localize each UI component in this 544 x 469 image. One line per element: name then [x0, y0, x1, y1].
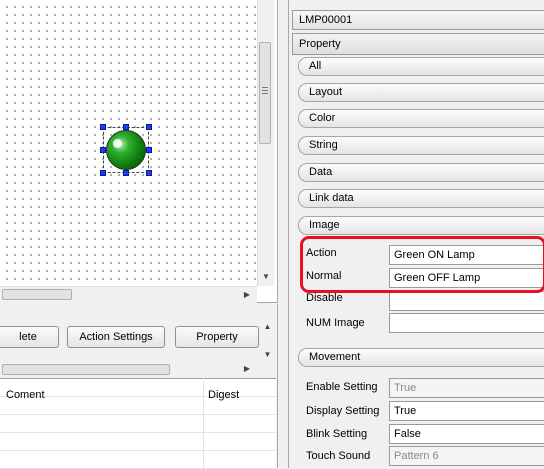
table-row[interactable] [0, 451, 276, 469]
callout-highlight-box [300, 236, 544, 293]
resize-handle-ne[interactable] [146, 124, 152, 130]
resize-handle-s[interactable] [123, 170, 129, 176]
category-color[interactable]: Color [298, 109, 544, 128]
category-string[interactable]: String [298, 136, 544, 155]
resize-handle-e[interactable] [146, 147, 152, 153]
category-data[interactable]: Data [298, 163, 544, 182]
category-image[interactable]: Image [298, 216, 544, 235]
resize-handle-sw[interactable] [100, 170, 106, 176]
property-button[interactable]: Property [175, 326, 259, 348]
prop-value-enable-setting[interactable]: True [389, 378, 544, 398]
prop-value-display-setting[interactable]: True [389, 401, 544, 421]
action-list-horizontal-scroll-thumb[interactable] [2, 364, 170, 375]
column-header-comment[interactable]: Coment [6, 386, 45, 404]
resize-handle-n[interactable] [123, 124, 129, 130]
tab-property[interactable]: Property [292, 33, 544, 55]
resize-handle-nw[interactable] [100, 124, 106, 130]
category-movement[interactable]: Movement [298, 348, 544, 367]
prop-label-num-image: NUM Image [306, 317, 365, 329]
prop-label-touch-sound: Touch Sound [306, 450, 371, 462]
action-settings-button[interactable]: Action Settings [67, 326, 165, 348]
table-row[interactable] [0, 415, 276, 433]
grip-line [262, 90, 268, 91]
column-divider[interactable] [203, 378, 204, 468]
scroll-down-arrow-icon[interactable]: ▼ [259, 350, 276, 359]
canvas-vertical-scroll-thumb[interactable] [259, 42, 271, 144]
table-row[interactable] [0, 433, 276, 451]
prop-value-num-image[interactable] [389, 313, 544, 333]
prop-label-blink-setting: Blink Setting [306, 428, 368, 440]
resize-handle-se[interactable] [146, 170, 152, 176]
object-id-header: LMP00001 [292, 10, 544, 30]
scroll-right-arrow-icon[interactable]: ▶ [240, 288, 254, 302]
category-layout[interactable]: Layout [298, 83, 544, 102]
action-bar-vertical-scrollbar[interactable]: ▲ ▼ [259, 320, 276, 370]
scroll-up-arrow-icon[interactable]: ▲ [259, 322, 276, 331]
canvas-horizontal-scroll-thumb[interactable] [2, 289, 72, 300]
prop-value-disable[interactable] [389, 291, 544, 311]
category-link-data[interactable]: Link data [298, 189, 544, 208]
lamp-highlight [113, 139, 122, 148]
delete-button[interactable]: lete [0, 326, 59, 348]
category-all[interactable]: All [298, 57, 544, 76]
grip-line [262, 87, 268, 88]
prop-value-touch-sound[interactable]: Pattern 6 [389, 446, 544, 466]
prop-label-display-setting: Display Setting [306, 405, 380, 417]
column-header-digest[interactable]: Digest [208, 386, 239, 404]
scroll-right-arrow-icon[interactable]: ▶ [240, 363, 254, 375]
prop-value-blink-setting[interactable]: False [389, 424, 544, 444]
scroll-down-arrow-icon[interactable]: ▼ [258, 270, 274, 284]
resize-handle-w[interactable] [100, 147, 106, 153]
green-lamp-widget[interactable] [106, 130, 146, 170]
prop-label-enable-setting: Enable Setting [306, 381, 378, 393]
grip-line [262, 93, 268, 94]
